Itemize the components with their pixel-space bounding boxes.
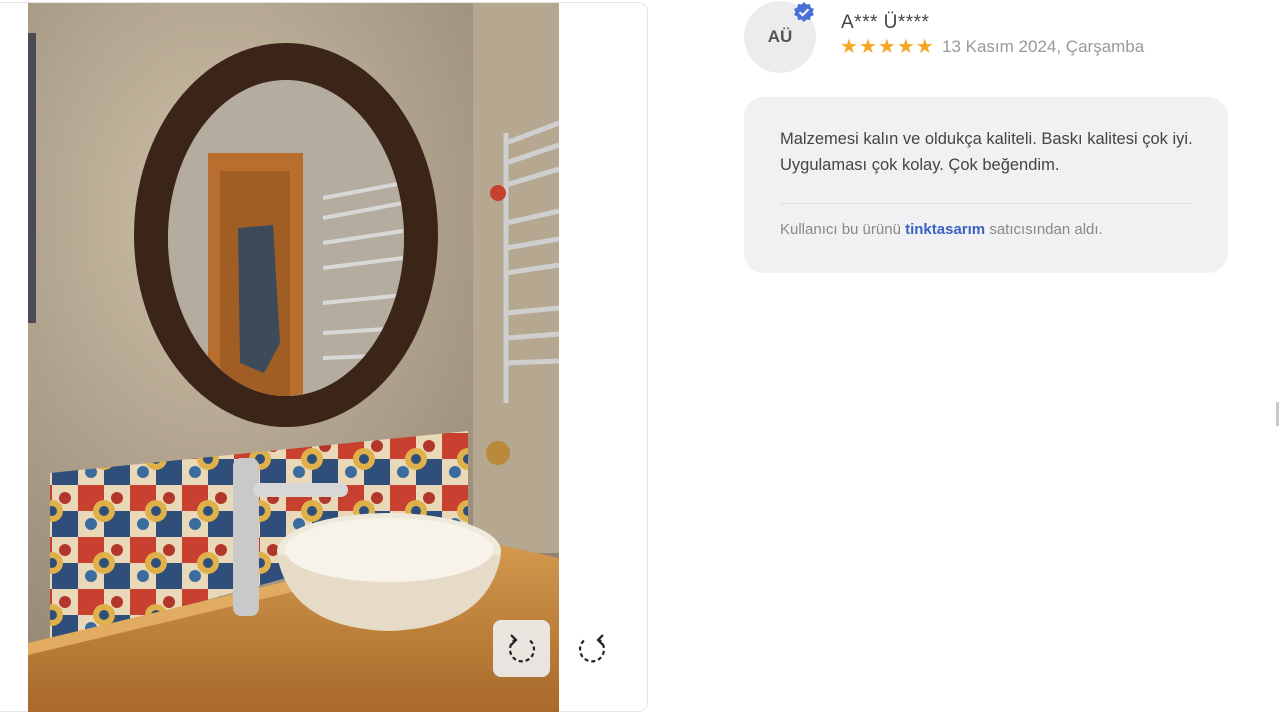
review-bubble: Malzemesi kalın ve oldukça kaliteli. Bas… <box>744 97 1228 273</box>
rotate-left-icon <box>508 633 535 662</box>
rotate-right-icon <box>578 633 605 662</box>
star-icon: ★ <box>858 36 877 58</box>
review-date: 13 Kasım 2024, Çarşamba <box>942 37 1145 56</box>
seller-note: Kullanıcı bu ürünü tinktasarım satıcısın… <box>780 221 1103 238</box>
seller-note-suffix: satıcısından aldı. <box>989 221 1103 238</box>
star-icon: ★ <box>877 36 896 58</box>
star-icon: ★ <box>840 36 858 58</box>
seller-note-prefix: Kullanıcı bu ürünü <box>780 221 901 238</box>
verified-badge-icon <box>794 2 814 22</box>
star-rating: ★ ★ ★ ★ ★ <box>840 37 934 57</box>
rotate-left-button[interactable] <box>493 620 550 677</box>
scrollbar[interactable] <box>1276 402 1279 426</box>
review-text: Malzemesi kalın ve oldukça kaliteli. Bas… <box>780 130 1193 174</box>
rotate-right-button[interactable] <box>563 620 620 677</box>
star-icon: ★ <box>896 36 915 58</box>
star-icon: ★ <box>915 36 934 58</box>
seller-link[interactable]: tinktasarım <box>905 221 985 238</box>
review-photo <box>28 3 559 712</box>
divider <box>780 203 1192 204</box>
reviewer-name: A*** Ü**** <box>841 12 930 33</box>
